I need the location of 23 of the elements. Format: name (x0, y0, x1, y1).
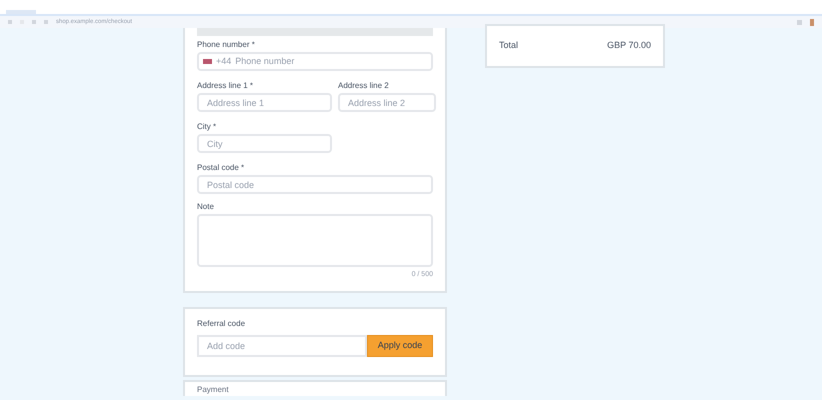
browser-tab[interactable] (6, 10, 36, 14)
phone-input[interactable]: Phone number (235, 54, 427, 68)
field-label: Postal code * (197, 163, 246, 173)
total-label: Total (499, 39, 518, 52)
input-field[interactable]: Address line 2 (338, 93, 436, 112)
total-value: GBP 70.00 (607, 39, 651, 52)
input-field[interactable]: City (197, 134, 332, 153)
phone-field[interactable]: +44 Phone number (197, 52, 433, 71)
input-field[interactable]: Postal code (197, 175, 433, 194)
apply-code-button[interactable]: Apply code (367, 334, 433, 356)
field-label: City * (197, 122, 218, 132)
field-label: Address line 2 (338, 81, 390, 91)
referral-input[interactable]: Add code (197, 334, 367, 356)
note-textarea[interactable] (197, 214, 433, 267)
field-label: Phone number * (197, 40, 256, 50)
input-field[interactable]: Address line 1 (197, 93, 332, 112)
flag-icon (203, 59, 212, 64)
input-field[interactable] (197, 28, 433, 36)
field-label: Note (197, 202, 215, 212)
field-label: Address line 1 * (197, 81, 254, 91)
section-title: Payment (197, 384, 230, 394)
country-code[interactable]: +44 (216, 54, 232, 68)
field-label: Referral code (197, 318, 246, 328)
